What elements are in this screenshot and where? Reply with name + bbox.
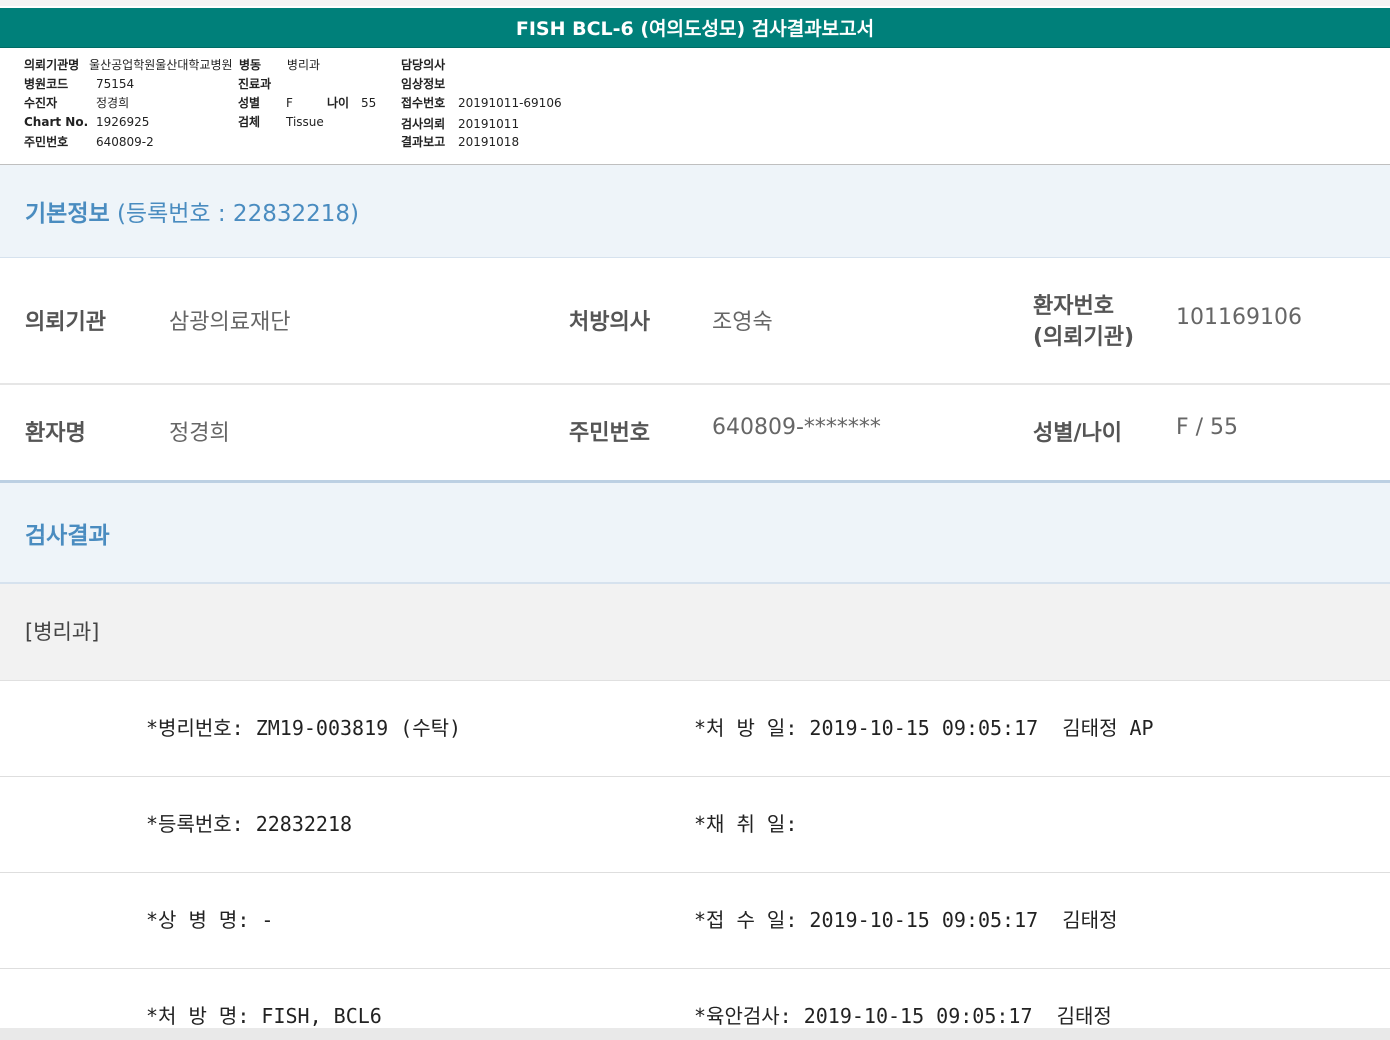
header-label: 접수번호 (401, 96, 446, 110)
header-department: 진료과 (238, 75, 271, 92)
result-right: *육안검사: 2019-10-15 09:05:17 김태정 (694, 1004, 1112, 1028)
header-value: 20191011-69106 (458, 96, 562, 110)
result-left: *병리번호: ZM19-003819 (수탁) (146, 716, 462, 740)
header-label: 검체 (238, 115, 261, 129)
report-title: FISH BCL-6 (여의도성모) 검사결과보고서 (0, 8, 1390, 48)
patient-name-label: 환자명 (25, 421, 86, 446)
header-label: 수진자 (24, 96, 58, 110)
registration-number: (등록번호 : 22832218) (116, 201, 359, 227)
patient-name-value: 정경희 (169, 421, 230, 446)
header-label: Chart No. (24, 115, 89, 129)
header-value: 1926925 (96, 115, 150, 129)
header-label: 결과보고 (401, 135, 446, 149)
header-label: 검사의뢰 (401, 117, 446, 131)
patient-no-label: 환자번호 (1033, 294, 1114, 319)
result-row: *상 병 명: - *접 수 일: 2019-10-15 09:05:17 김태… (0, 873, 1390, 969)
header-chart-no: Chart No. 1926925 (24, 115, 149, 129)
basic-info-title: 기본정보 (등록번호 : 22832218) (25, 194, 359, 228)
result-right: *처 방 일: 2019-10-15 09:05:17 김태정 AP (694, 716, 1154, 740)
header-label: 나이 (327, 96, 350, 110)
basic-info-header: 기본정보 (등록번호 : 22832218) (0, 165, 1390, 258)
header-value: Tissue (286, 115, 324, 129)
header-specimen: 검체 Tissue (238, 113, 324, 130)
header-label: 주민번호 (24, 135, 69, 149)
header-ward: 병동 병리과 (239, 56, 320, 73)
header-requesting-institution: 의뢰기관명 울산공업학원울산대학교병원 (24, 56, 233, 73)
department-row: [병리과] (0, 584, 1390, 681)
header-value: 55 (361, 96, 377, 110)
header-sex: 성별 F (238, 94, 293, 111)
department-label: [병리과] (25, 620, 100, 644)
header-accession-no: 접수번호 20191011-69106 (401, 94, 562, 111)
basic-info-heading: 기본정보 (25, 201, 110, 227)
patient-no-sublabel: (의뢰기관) (1033, 325, 1135, 350)
header-hospital-code: 병원코드 75154 (24, 75, 134, 92)
result-row: *등록번호: 22832218 *채 취 일: (0, 777, 1390, 873)
header-attending-doctor: 담당의사 (401, 56, 445, 73)
doctor-value: 조영숙 (712, 310, 773, 335)
header-value: F (286, 96, 293, 110)
header-value: 640809-2 (96, 135, 154, 149)
header-value: 병리과 (286, 58, 321, 72)
results-heading: 검사결과 (25, 522, 110, 549)
header-label: 진료과 (238, 77, 272, 91)
result-left: *상 병 명: - (146, 908, 274, 932)
basic-info-row-1: 의뢰기관 삼광의료재단 처방의사 조영숙 환자번호 (의뢰기관) 1011691… (0, 258, 1390, 385)
sex-age-label: 성별/나이 (1033, 421, 1122, 446)
result-right: *접 수 일: 2019-10-15 09:05:17 김태정 (694, 908, 1118, 932)
header-value: 20191018 (458, 135, 520, 149)
header-value: 정경희 (96, 96, 130, 110)
header-recipient: 수진자 정경희 (24, 94, 129, 111)
doctor-label: 처방의사 (569, 310, 650, 335)
result-row: *병리번호: ZM19-003819 (수탁) *처 방 일: 2019-10-… (0, 681, 1390, 777)
bottom-scroll-area[interactable] (0, 1028, 1390, 1040)
header-label: 담당의사 (401, 58, 446, 72)
results-header: 검사결과 (0, 483, 1390, 584)
patient-no-value: 101169106 (1176, 305, 1302, 330)
basic-info-row-2: 환자명 정경희 주민번호 640809-******* 성별/나이 F / 55 (0, 385, 1390, 483)
result-right: *채 취 일: (694, 812, 798, 836)
report-title-text: FISH BCL-6 (여의도성모) 검사결과보고서 (515, 18, 875, 40)
result-left: *등록번호: 22832218 (146, 812, 353, 836)
header-label: 성별 (238, 96, 261, 110)
header-label: 임상정보 (401, 77, 446, 91)
header-result-report: 결과보고 20191018 (401, 133, 519, 150)
header-label: 의뢰기관명 (24, 58, 80, 72)
header-value: 울산공업학원울산대학교병원 (89, 58, 233, 72)
header-age: 나이 55 (327, 94, 376, 111)
header-resident-no: 주민번호 640809-2 (24, 133, 154, 150)
header-value: 75154 (96, 77, 135, 91)
top-strip (0, 0, 1390, 6)
institution-value: 삼광의료재단 (169, 310, 291, 335)
result-left: *처 방 명: FISH, BCL6 (146, 1004, 382, 1028)
institution-label: 의뢰기관 (25, 310, 106, 335)
header-test-request: 검사의뢰 20191011 (401, 115, 519, 132)
header-value: 20191011 (458, 117, 520, 131)
header-label: 병원코드 (24, 77, 69, 91)
rrn-label: 주민번호 (569, 421, 650, 446)
header-info: 의뢰기관명 울산공업학원울산대학교병원 병동 병리과 담당의사 병원코드 7515… (0, 48, 1390, 164)
header-clinical-info: 임상정보 (401, 75, 445, 92)
header-label: 병동 (239, 58, 262, 72)
sex-age-value: F / 55 (1176, 415, 1239, 440)
result-row: *처 방 명: FISH, BCL6 *육안검사: 2019-10-15 09:… (0, 969, 1390, 1028)
rrn-value: 640809-******* (712, 415, 881, 440)
